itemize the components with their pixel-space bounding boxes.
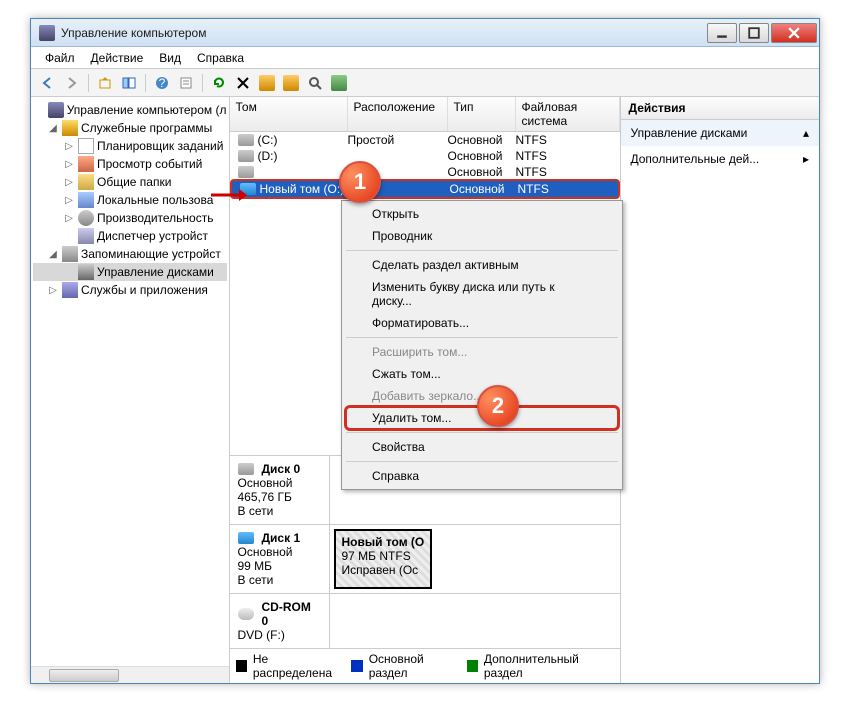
volume-row[interactable]: (C:) Простой Основной NTFS [230, 132, 620, 148]
forward-button[interactable] [61, 72, 83, 94]
ctx-make-active[interactable]: Сделать раздел активным [344, 254, 620, 276]
actions-disk-management[interactable]: Управление дисками▴ [621, 120, 820, 146]
col-volume[interactable]: Том [230, 97, 348, 131]
chevron-right-icon: ▸ [803, 152, 809, 166]
help-button[interactable]: ? [151, 72, 173, 94]
actions-pane: Действия Управление дисками▴ Дополнитель… [621, 97, 820, 683]
tool-icon[interactable] [280, 72, 302, 94]
actions-header: Действия [621, 97, 820, 120]
cdrom-icon [238, 608, 254, 620]
tree-storage[interactable]: ◢Запоминающие устройст [33, 245, 227, 263]
menu-action[interactable]: Действие [83, 49, 152, 67]
drive-icon [238, 166, 254, 178]
disk-1-block[interactable]: Диск 1 Основной 99 МБ В сети Новый том (… [230, 525, 620, 594]
tree-pane: Управление компьютером (л ◢Служебные про… [31, 97, 230, 683]
disk-icon [238, 463, 254, 475]
settings-icon[interactable] [328, 72, 350, 94]
up-button[interactable] [94, 72, 116, 94]
tree-event-viewer[interactable]: ▷Просмотр событий [33, 155, 227, 173]
collapse-icon: ▴ [803, 126, 809, 140]
context-menu: Открыть Проводник Сделать раздел активны… [341, 200, 623, 490]
col-type[interactable]: Тип [448, 97, 516, 131]
actions-more[interactable]: Дополнительные дей...▸ [621, 146, 820, 172]
col-layout[interactable]: Расположение [348, 97, 448, 131]
window-title: Управление компьютером [61, 26, 707, 40]
minimize-button[interactable] [707, 23, 737, 43]
tree-performance[interactable]: ▷Производительность [33, 209, 227, 227]
menubar: Файл Действие Вид Справка [31, 47, 819, 69]
ctx-open[interactable]: Открыть [344, 203, 620, 225]
properties-button[interactable] [175, 72, 197, 94]
delete-icon[interactable] [232, 72, 254, 94]
tree-root[interactable]: Управление компьютером (л [33, 101, 227, 119]
col-fs[interactable]: Файловая система [516, 97, 620, 131]
refresh-button[interactable] [208, 72, 230, 94]
tree-disk-management[interactable]: Управление дисками [33, 263, 227, 281]
svg-text:?: ? [159, 76, 166, 90]
annotation-badge-2: 2 [477, 385, 519, 427]
ctx-explorer[interactable]: Проводник [344, 225, 620, 247]
volume-list-header: Том Расположение Тип Файловая система [230, 97, 620, 132]
maximize-button[interactable] [739, 23, 769, 43]
ctx-format[interactable]: Форматировать... [344, 312, 620, 334]
ctx-properties[interactable]: Свойства [344, 436, 620, 458]
toolbar: ? [31, 69, 819, 97]
cdrom-block[interactable]: CD-ROM 0 DVD (F:) [230, 594, 620, 648]
back-button[interactable] [37, 72, 59, 94]
tree-device-manager[interactable]: Диспетчер устройст [33, 227, 227, 245]
search-icon[interactable] [304, 72, 326, 94]
tree-system-tools[interactable]: ◢Служебные программы [33, 119, 227, 137]
ctx-shrink[interactable]: Сжать том... [344, 363, 620, 385]
show-hide-tree-button[interactable] [118, 72, 140, 94]
tree-services[interactable]: ▷Службы и приложения [33, 281, 227, 299]
tree-task-scheduler[interactable]: ▷Планировщик заданий [33, 137, 227, 155]
ctx-change-letter[interactable]: Изменить букву диска или путь к диску... [344, 276, 620, 312]
volume-row[interactable]: й Основной NTFS [230, 164, 620, 180]
drive-icon [238, 150, 254, 162]
menu-view[interactable]: Вид [151, 49, 189, 67]
menu-help[interactable]: Справка [189, 49, 252, 67]
tree-local-users[interactable]: ▷Локальные пользова [33, 191, 227, 209]
tree-shared-folders[interactable]: ▷Общие папки [33, 173, 227, 191]
ctx-extend: Расширить том... [344, 341, 620, 363]
app-icon [39, 25, 55, 41]
annotation-badge-1: 1 [339, 161, 381, 203]
drive-icon [238, 134, 254, 146]
tool-icon[interactable] [256, 72, 278, 94]
tree-scrollbar[interactable] [31, 666, 229, 683]
menu-file[interactable]: Файл [37, 49, 83, 67]
ctx-help[interactable]: Справка [344, 465, 620, 487]
legend: Не распределена Основной раздел Дополнит… [230, 648, 620, 683]
volume-row-selected[interactable]: Новый том (O:) й Основной NTFS [230, 179, 620, 199]
volume-row[interactable]: (D:) Основной NTFS [230, 148, 620, 164]
close-button[interactable] [771, 23, 817, 43]
disk-icon [238, 532, 254, 544]
partition-selected[interactable]: Новый том (O 97 МБ NTFS Исправен (Ос [334, 529, 433, 589]
titlebar[interactable]: Управление компьютером [31, 19, 819, 47]
annotation-arrow-icon [209, 185, 249, 205]
